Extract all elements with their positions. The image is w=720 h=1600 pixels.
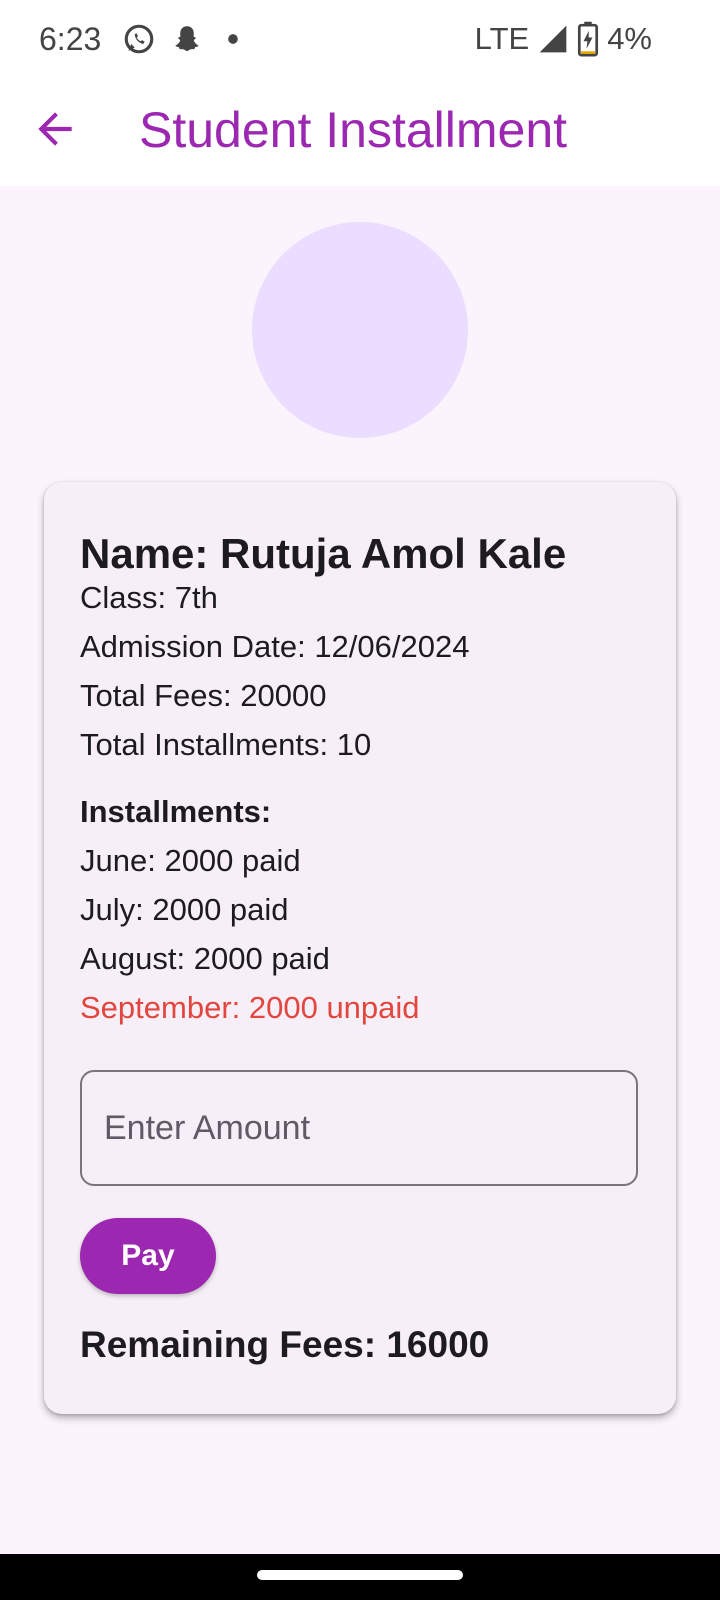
remaining-fees: Remaining Fees: 16000 — [80, 1324, 490, 1365]
total-installments: Total Installments: 10 — [80, 727, 372, 762]
status-right-group: LTE 4% — [475, 18, 652, 60]
student-card: Name: Rutuja Amol Kale Class: 7th Admiss… — [44, 482, 676, 1414]
arrow-back-icon[interactable] — [30, 104, 80, 154]
student-class: Class: 7th — [80, 580, 218, 615]
installments-title: Installments: — [80, 794, 272, 829]
installment-item: June: 2000 paid — [80, 843, 301, 878]
whatsapp-icon — [124, 24, 154, 54]
app-bar: Student Installment — [0, 80, 720, 186]
home-indicator[interactable] — [257, 1570, 463, 1580]
dot-icon — [228, 34, 238, 44]
student-name: Name: Rutuja Amol Kale — [80, 530, 567, 577]
pay-button[interactable]: Pay — [80, 1218, 216, 1294]
battery-level: 4% — [607, 21, 652, 56]
status-bar: 6:23 LTE 4% — [0, 0, 720, 80]
installment-item: July: 2000 paid — [80, 892, 289, 927]
snapchat-icon — [175, 26, 199, 52]
admission-date: Admission Date: 12/06/2024 — [80, 629, 470, 664]
status-time: 6:23 — [39, 21, 102, 57]
signal-icon — [539, 25, 567, 53]
installment-item: August: 2000 paid — [80, 941, 330, 976]
network-type: LTE — [474, 21, 530, 56]
page-title: Student Installment — [139, 102, 568, 158]
avatar — [252, 222, 468, 438]
amount-input[interactable] — [80, 1070, 638, 1186]
total-fees: Total Fees: 20000 — [80, 678, 327, 713]
installment-item-unpaid: September: 2000 unpaid — [80, 990, 420, 1025]
navigation-bar — [0, 1554, 720, 1600]
battery-charging-icon — [578, 21, 599, 57]
